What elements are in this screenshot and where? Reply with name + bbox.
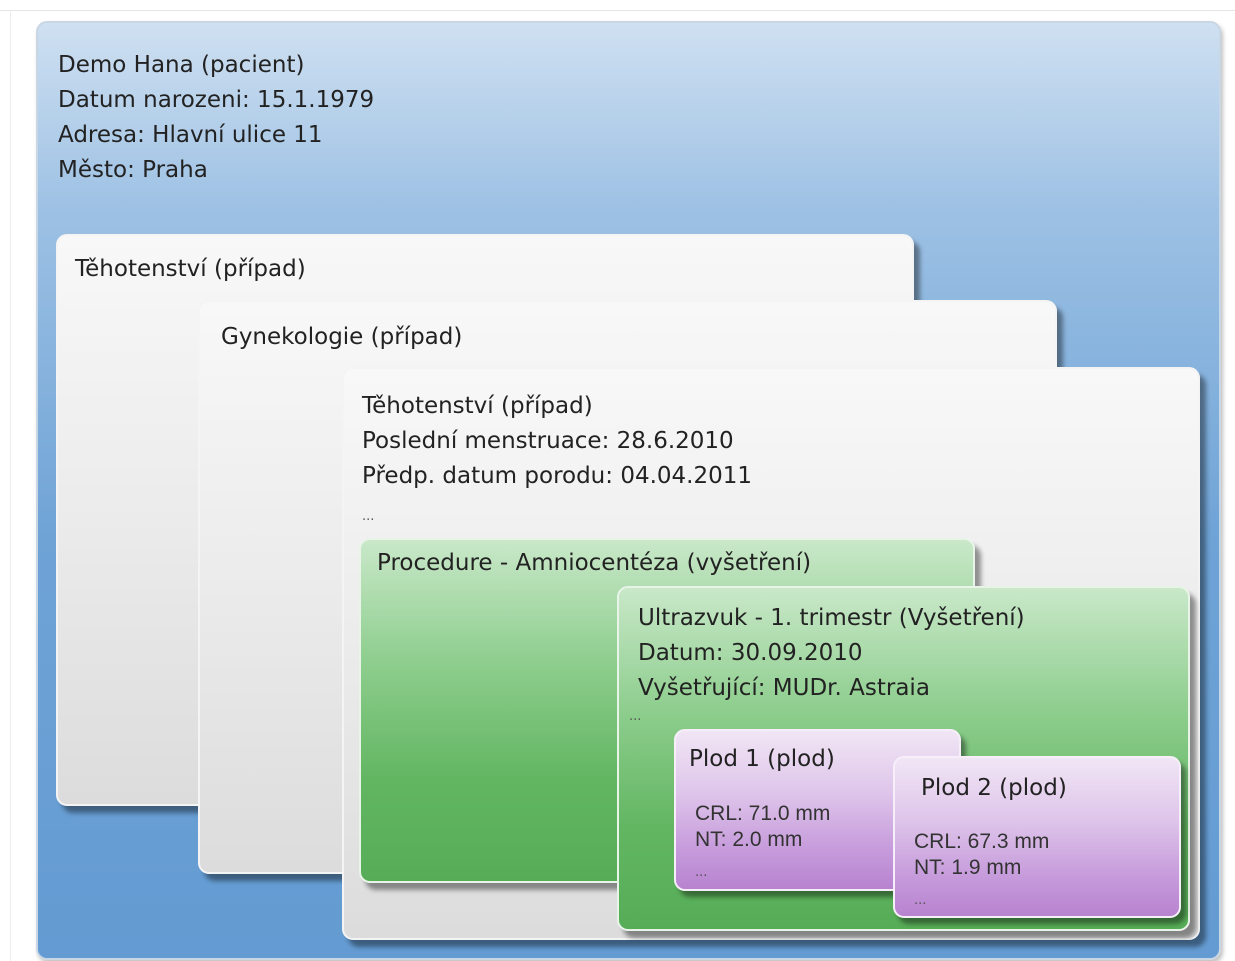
ultrasound-ellipsis: ... xyxy=(629,709,642,724)
fetus-1-crl: CRL: 71.0 mm xyxy=(695,802,831,825)
ultrasound-date: Datum: 30.09.2010 xyxy=(638,640,863,666)
left-divider xyxy=(10,10,11,961)
case-pregnancy-2-ellipsis: ... xyxy=(362,509,375,524)
fetus-2-ellipsis: ... xyxy=(914,893,927,908)
ultrasound-examiner: Vyšetřující: MUDr. Astraia xyxy=(638,675,930,701)
top-divider xyxy=(0,10,1235,11)
case-pregnancy-1-title: Těhotenství (případ) xyxy=(75,256,306,282)
patient-birth-date: Datum narozeni: 15.1.1979 xyxy=(58,87,375,113)
fetus-2-nt: NT: 1.9 mm xyxy=(914,856,1022,879)
case-gynecology-title: Gynekologie (případ) xyxy=(221,324,463,350)
last-menstruation: Poslední menstruace: 28.6.2010 xyxy=(362,428,734,454)
fetus-2-title: Plod 2 (plod) xyxy=(921,775,1067,801)
fetus-1-title: Plod 1 (plod) xyxy=(689,746,835,772)
patient-city: Město: Praha xyxy=(58,157,208,183)
ultrasound-title: Ultrazvuk - 1. trimestr (Vyšetření) xyxy=(638,605,1025,631)
fetus-2-crl: CRL: 67.3 mm xyxy=(914,830,1050,853)
patient-name: Demo Hana (pacient) xyxy=(58,52,305,78)
expected-due-date: Předp. datum porodu: 04.04.2011 xyxy=(362,463,753,489)
procedure-title: Procedure - Amniocentéza (vyšetření) xyxy=(377,550,812,576)
fetus-1-nt: NT: 2.0 mm xyxy=(695,828,803,851)
fetus-1-ellipsis: ... xyxy=(695,865,708,880)
fetus-2-box: Plod 2 (plod) CRL: 67.3 mm NT: 1.9 mm ..… xyxy=(893,756,1181,918)
case-pregnancy-2-title: Těhotenství (případ) xyxy=(362,393,593,419)
patient-address: Adresa: Hlavní ulice 11 xyxy=(58,122,323,148)
